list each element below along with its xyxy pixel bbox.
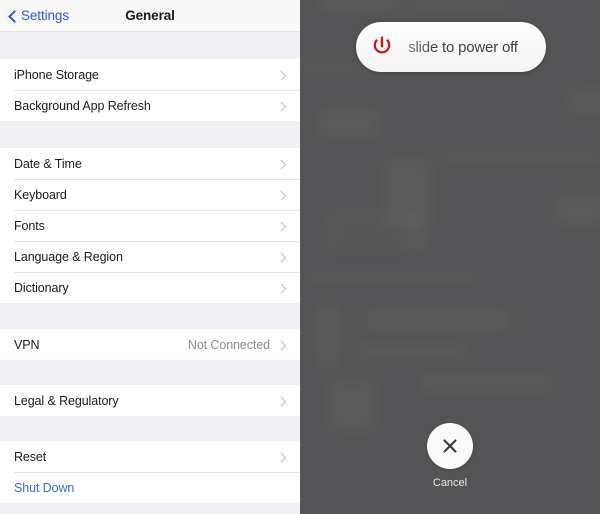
slide-to-power-off-slider[interactable]: slide to power off xyxy=(356,22,546,72)
settings-row-language-region[interactable]: Language & Region xyxy=(0,241,300,272)
power-off-screen: Settings General iPhone Storage Backgrou… xyxy=(0,0,600,514)
section-gap xyxy=(0,121,300,148)
chevron-right-icon xyxy=(278,453,286,461)
back-to-settings-button[interactable]: Settings xyxy=(8,8,69,23)
settings-row-reset[interactable]: Reset xyxy=(0,441,300,472)
chevron-right-icon xyxy=(278,284,286,292)
settings-row-vpn[interactable]: VPN Not Connected xyxy=(0,329,300,360)
chevron-right-icon xyxy=(278,341,286,349)
row-label: VPN xyxy=(14,337,40,352)
cancel-button[interactable]: Cancel xyxy=(300,423,600,489)
cancel-circle[interactable] xyxy=(427,423,473,469)
settings-row-legal-regulatory[interactable]: Legal & Regulatory xyxy=(0,385,300,416)
settings-list: iPhone Storage Background App Refresh Da… xyxy=(0,32,300,514)
settings-group-localization: Date & Time Keyboard Fonts Language & Re… xyxy=(0,148,300,303)
settings-row-dictionary[interactable]: Dictionary xyxy=(0,272,300,303)
settings-group-legal: Legal & Regulatory xyxy=(0,385,300,416)
chevron-right-icon xyxy=(278,102,286,110)
settings-group-storage: iPhone Storage Background App Refresh xyxy=(0,59,300,121)
row-label: Keyboard xyxy=(14,187,67,202)
section-gap xyxy=(0,303,300,329)
row-label: Fonts xyxy=(14,218,45,233)
close-icon xyxy=(443,439,457,453)
row-label: Legal & Regulatory xyxy=(14,393,119,408)
settings-group-reset: Reset Shut Down xyxy=(0,441,300,503)
row-label: Shut Down xyxy=(14,480,75,495)
row-label: Date & Time xyxy=(14,156,82,171)
section-gap xyxy=(0,416,300,441)
section-gap xyxy=(0,32,300,59)
settings-row-shut-down[interactable]: Shut Down xyxy=(0,472,300,503)
cancel-label: Cancel xyxy=(432,477,468,489)
chevron-right-icon xyxy=(278,222,286,230)
power-icon xyxy=(373,36,391,54)
power-off-overlay: slide to power off Cancel xyxy=(300,0,600,514)
chevron-right-icon xyxy=(278,397,286,405)
settings-row-date-time[interactable]: Date & Time xyxy=(0,148,300,179)
chevron-right-icon xyxy=(278,253,286,261)
settings-row-iphone-storage[interactable]: iPhone Storage xyxy=(0,59,300,90)
vpn-status-value: Not Connected xyxy=(187,337,270,352)
back-button-label: Settings xyxy=(21,8,69,23)
settings-panel: Settings General iPhone Storage Backgrou… xyxy=(0,0,300,514)
row-label: Language & Region xyxy=(14,249,123,264)
settings-group-vpn: VPN Not Connected xyxy=(0,329,300,360)
section-gap xyxy=(0,503,300,514)
row-label: Reset xyxy=(14,449,47,464)
settings-row-fonts[interactable]: Fonts xyxy=(0,210,300,241)
chevron-right-icon xyxy=(278,160,286,168)
row-label: iPhone Storage xyxy=(14,67,99,82)
chevron-right-icon xyxy=(278,71,286,79)
chevron-right-icon xyxy=(278,191,286,199)
row-label: Background App Refresh xyxy=(14,98,151,113)
row-label: Dictionary xyxy=(14,280,69,295)
slider-text: slide to power off xyxy=(394,39,546,56)
section-gap xyxy=(0,360,300,385)
settings-row-background-app-refresh[interactable]: Background App Refresh xyxy=(0,90,300,121)
settings-row-keyboard[interactable]: Keyboard xyxy=(0,179,300,210)
chevron-left-icon xyxy=(8,11,18,21)
navigation-bar: Settings General xyxy=(0,0,300,32)
